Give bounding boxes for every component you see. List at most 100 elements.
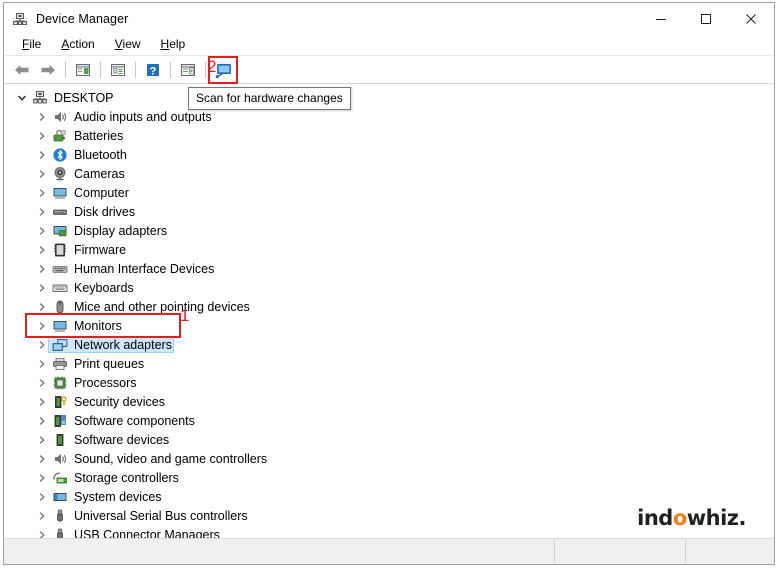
chevron-right-icon[interactable] <box>34 280 50 296</box>
tree-row-audio-inputs-and-outputs[interactable]: Audio inputs and outputs <box>4 107 758 126</box>
forward-button[interactable] <box>36 59 60 81</box>
security-device-icon <box>52 394 68 410</box>
annotation-marker-1: 1 <box>180 306 190 325</box>
chevron-right-icon[interactable] <box>34 318 50 334</box>
tree-row-processors[interactable]: Processors <box>4 373 758 392</box>
tree-row-system-devices[interactable]: System devices <box>4 487 758 506</box>
back-button[interactable] <box>10 59 34 81</box>
tree-row-human-interface-devices[interactable]: Human Interface Devices <box>4 259 758 278</box>
chevron-right-icon[interactable] <box>34 223 50 239</box>
close-button[interactable] <box>728 3 774 34</box>
chevron-right-icon[interactable] <box>34 527 50 538</box>
tree-row-software-devices[interactable]: Software devices <box>4 430 758 449</box>
chevron-right-icon[interactable] <box>34 299 50 315</box>
tree-label: Batteries <box>74 128 124 143</box>
storage-controller-icon <box>52 470 68 486</box>
battery-icon <box>52 128 68 144</box>
disk-drive-icon <box>52 204 68 220</box>
show-hide-console-tree-button[interactable] <box>71 59 95 81</box>
speaker-icon <box>52 109 68 125</box>
window-title: Device Manager <box>36 11 129 26</box>
toolbar-separator-4 <box>170 61 171 78</box>
tree-label: Software devices <box>74 432 170 447</box>
tree-row-computer[interactable]: Computer <box>4 183 758 202</box>
tree-row-network-adapters[interactable]: Network adapters <box>4 335 758 354</box>
chevron-right-icon[interactable] <box>34 356 50 372</box>
chevron-right-icon[interactable] <box>34 166 50 182</box>
tree-row-print-queues[interactable]: Print queues <box>4 354 758 373</box>
chevron-right-icon[interactable] <box>34 451 50 467</box>
update-driver-icon <box>181 63 195 76</box>
chevron-right-icon[interactable] <box>34 489 50 505</box>
tree-row-batteries[interactable]: Batteries <box>4 126 758 145</box>
chevron-right-icon[interactable] <box>34 185 50 201</box>
tree-row-disk-drives[interactable]: Disk drives <box>4 202 758 221</box>
tree-row-root[interactable]: DESKTOP <box>4 88 758 107</box>
camera-icon <box>52 166 68 182</box>
tree-label: Computer <box>74 185 129 200</box>
tree-label: Mice and other pointing devices <box>74 299 250 314</box>
monitor-icon <box>52 318 68 334</box>
chevron-right-icon[interactable] <box>34 261 50 277</box>
tooltip-scan-for-hardware-changes: Scan for hardware changes <box>188 87 351 110</box>
computer-root-icon <box>32 90 48 106</box>
system-device-icon <box>52 489 68 505</box>
menu-file[interactable]: File <box>12 35 51 54</box>
chevron-right-icon[interactable] <box>34 242 50 258</box>
status-bar <box>4 538 774 564</box>
maximize-button[interactable] <box>683 3 728 34</box>
monitor-icon <box>52 185 68 201</box>
device-manager-icon <box>12 11 28 27</box>
tree-row-keyboards[interactable]: Keyboards <box>4 278 758 297</box>
keyboard-icon <box>52 280 68 296</box>
menu-action[interactable]: Action <box>51 35 104 54</box>
help-button[interactable]: ? <box>141 59 165 81</box>
scan-hardware-icon <box>215 63 231 78</box>
chevron-right-icon[interactable] <box>34 147 50 163</box>
chevron-right-icon[interactable] <box>34 128 50 144</box>
tree-label: Firmware <box>74 242 127 257</box>
tree-label: Audio inputs and outputs <box>74 109 212 124</box>
chevron-down-icon[interactable] <box>14 90 30 106</box>
tree-row-monitors[interactable]: Monitors <box>4 316 758 335</box>
chevron-right-icon[interactable] <box>34 508 50 524</box>
tree-row-cameras[interactable]: Cameras <box>4 164 758 183</box>
device-tree[interactable]: DESKTOP Audio inputs and outputs Batteri… <box>4 84 758 538</box>
tree-label: Software components <box>74 413 195 428</box>
update-driver-button[interactable] <box>176 59 200 81</box>
tree-label: System devices <box>74 489 162 504</box>
tree-row-firmware[interactable]: Firmware <box>4 240 758 259</box>
usb-connector-icon <box>52 527 68 538</box>
processor-icon <box>52 375 68 391</box>
tree-row-mice-and-other-pointing-devices[interactable]: Mice and other pointing devices <box>4 297 758 316</box>
chevron-right-icon[interactable] <box>34 394 50 410</box>
chevron-right-icon[interactable] <box>34 413 50 429</box>
display-adapter-icon <box>52 223 68 239</box>
tree-row-bluetooth[interactable]: Bluetooth <box>4 145 758 164</box>
tree-row-sound-video-and-game-controllers[interactable]: Sound, video and game controllers <box>4 449 758 468</box>
chevron-right-icon[interactable] <box>34 375 50 391</box>
properties-button[interactable] <box>106 59 130 81</box>
chevron-right-icon[interactable] <box>34 109 50 125</box>
menu-help[interactable]: Help <box>151 35 196 54</box>
forward-arrow-icon <box>41 64 55 75</box>
tree-label: Processors <box>74 375 137 390</box>
tree-row-display-adapters[interactable]: Display adapters <box>4 221 758 240</box>
mouse-icon <box>52 299 68 315</box>
minimize-button[interactable] <box>638 3 683 34</box>
console-tree-icon <box>76 63 90 76</box>
chevron-right-icon[interactable] <box>34 204 50 220</box>
chevron-right-icon[interactable] <box>34 470 50 486</box>
tree-label: Cameras <box>74 166 125 181</box>
firmware-icon <box>52 242 68 258</box>
tree-row-storage-controllers[interactable]: Storage controllers <box>4 468 758 487</box>
tree-row-security-devices[interactable]: Security devices <box>4 392 758 411</box>
tree-row-software-components[interactable]: Software components <box>4 411 758 430</box>
tree-label: Sound, video and game controllers <box>74 451 268 466</box>
properties-icon <box>111 63 125 76</box>
tree-label: Display adapters <box>74 223 168 238</box>
menu-view[interactable]: View <box>105 35 151 54</box>
chevron-right-icon[interactable] <box>34 432 50 448</box>
printer-icon <box>52 356 68 372</box>
tree-label: Universal Serial Bus controllers <box>74 508 248 523</box>
